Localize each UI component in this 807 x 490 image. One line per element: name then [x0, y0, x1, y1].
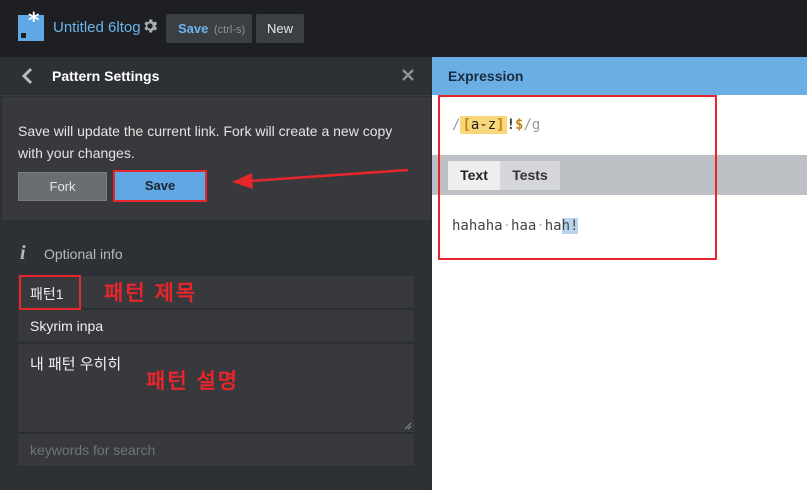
expression-header: Expression: [432, 57, 807, 95]
pattern-settings-panel: Pattern Settings Save will update the cu…: [0, 57, 431, 490]
panel-title: Pattern Settings: [52, 68, 160, 84]
save-shortcut-hint: (ctrl-s): [214, 24, 246, 36]
keywords-input[interactable]: keywords for search: [18, 434, 414, 467]
document-title[interactable]: Untitled 6ltog: [53, 19, 141, 36]
chevron-left-icon[interactable]: [20, 67, 34, 85]
annotation-name-note: 패턴 제목: [104, 282, 198, 305]
panel-header: Pattern Settings: [0, 57, 431, 96]
save-label: Save: [178, 21, 209, 36]
optional-info-section: i Optional info 패턴1 Skyrim inpa 내 패턴 우히히…: [2, 220, 431, 490]
save-section: Save will update the current link. Fork …: [2, 97, 431, 220]
save-button[interactable]: Save: [113, 170, 207, 202]
resize-grip-icon[interactable]: [404, 422, 412, 430]
top-bar: * Untitled 6ltog Save (ctrl-s) New: [0, 0, 807, 57]
asterisk-icon: *: [28, 9, 40, 34]
optional-info-label: Optional info: [44, 246, 123, 262]
annotation-desc-note: 패턴 설명: [146, 370, 240, 393]
gear-icon[interactable]: [141, 17, 159, 35]
author-input[interactable]: Skyrim inpa: [18, 310, 414, 343]
annotation-box-expression: [438, 95, 717, 260]
save-button-top[interactable]: Save (ctrl-s): [166, 14, 252, 43]
description-text: 내 패턴 우히히: [30, 356, 122, 373]
annotation-box-name: [19, 275, 81, 310]
info-icon: i: [20, 242, 26, 264]
new-button[interactable]: New: [256, 14, 304, 43]
close-icon[interactable]: [401, 68, 415, 82]
fork-button[interactable]: Fork: [18, 172, 107, 201]
save-description: Save will update the current link. Fork …: [18, 123, 393, 161]
expression-title: Expression: [448, 68, 524, 84]
